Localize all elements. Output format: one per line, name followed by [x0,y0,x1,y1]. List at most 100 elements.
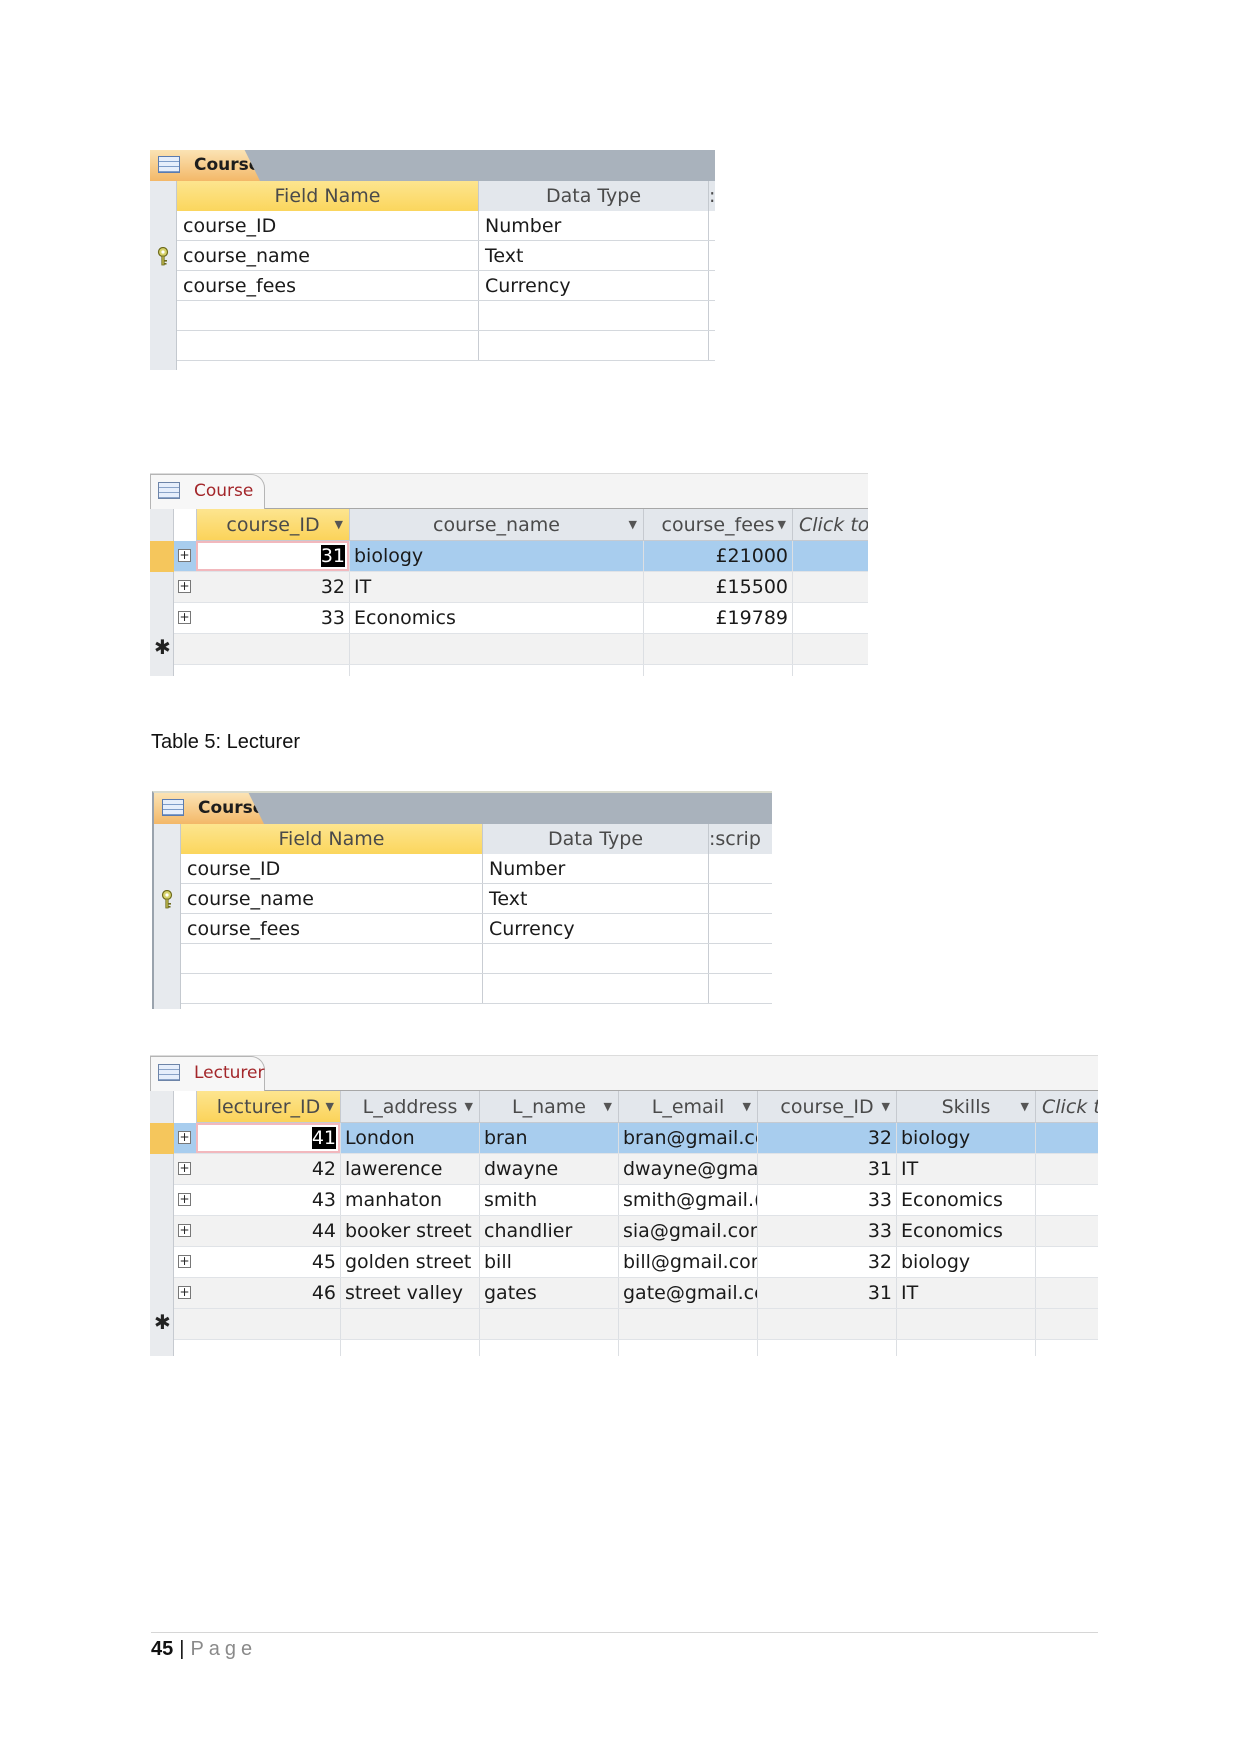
cell-add-field[interactable] [1035,1154,1098,1184]
table-row[interactable]: +42 lawerence dwayne dwayne@gma 31 IT [174,1154,1098,1185]
new-record-row[interactable] [174,1309,1098,1340]
column-header-click-to[interactable]: Click to [1035,1091,1098,1123]
table-row[interactable]: +45 golden street bill bill@gmail.cor 32 biol… [174,1247,1098,1278]
cell-l-address[interactable]: lawerence [340,1154,479,1184]
expand-plus-icon[interactable]: + [178,1131,191,1144]
column-header-course-fees[interactable]: course_fees ▼ [643,509,792,541]
column-header-click-to[interactable]: Click to [792,509,868,541]
column-header-lecturer-id[interactable]: lecturer_ID ▼ [196,1091,340,1123]
cell-l-email[interactable]: dwayne@gma [618,1154,757,1184]
cell-course-id[interactable]: 31 [196,541,349,571]
header-field-name[interactable]: Field Name [181,824,482,854]
cell-add-field[interactable] [1035,1247,1098,1277]
header-description[interactable]: : [708,181,715,211]
cell-skills[interactable]: Economics [896,1185,1035,1215]
tab-course[interactable]: Course [150,150,260,181]
cell-course-id[interactable]: 33 [757,1216,896,1246]
tab-course[interactable]: Course [150,474,265,509]
description-cell[interactable] [708,974,772,1003]
cell-skills[interactable]: IT [896,1278,1035,1308]
cell-lecturer-id[interactable]: 43 [196,1185,340,1215]
empty-cell[interactable] [792,634,868,664]
field-row[interactable]: course_name Text [181,884,772,914]
field-row[interactable]: course_fees Currency [181,914,772,944]
expand-plus-icon[interactable]: + [178,1255,191,1268]
cell-course-id[interactable]: 33 [757,1185,896,1215]
field-name-cell[interactable]: course_fees [181,914,482,943]
description-cell[interactable] [708,884,772,913]
dropdown-arrow-icon[interactable]: ▼ [778,509,786,540]
row-selector-column[interactable] [150,181,177,370]
field-name-cell[interactable] [181,974,482,1003]
table-row[interactable]: +32 IT £15500 [174,572,868,603]
empty-cell[interactable] [618,1309,757,1339]
field-name-cell[interactable] [177,301,478,330]
description-cell[interactable] [708,271,715,300]
expand-plus-icon[interactable]: + [178,611,191,624]
expand-plus-icon[interactable]: + [178,1286,191,1299]
column-header-l-email[interactable]: L_email ▼ [618,1091,757,1123]
tab-course[interactable]: Course [154,793,264,824]
cell-lecturer-id[interactable]: 42 [196,1154,340,1184]
dropdown-arrow-icon[interactable]: ▼ [335,509,343,540]
header-data-type[interactable]: Data Type [482,824,708,854]
cell-course-id[interactable]: 31 [757,1154,896,1184]
cell-skills[interactable]: IT [896,1154,1035,1184]
header-description[interactable]: :scrip [708,824,772,854]
cell-l-email[interactable]: smith@gmail.( [618,1185,757,1215]
field-row[interactable]: course_fees Currency [177,271,715,301]
empty-cell[interactable] [643,634,792,664]
description-cell[interactable] [708,301,715,330]
cell-lecturer-id[interactable]: 41 [196,1123,340,1153]
cell-lecturer-id[interactable]: 44 [196,1216,340,1246]
field-row[interactable] [177,301,715,331]
cell-add-field[interactable] [1035,1185,1098,1215]
current-record-selector[interactable] [150,1123,174,1154]
data-type-cell[interactable]: Number [478,211,708,240]
cell-course-id[interactable]: 33 [196,603,349,633]
cell-course-fees[interactable]: £21000 [643,541,792,571]
cell-l-email[interactable]: bill@gmail.cor [618,1247,757,1277]
dropdown-arrow-icon[interactable]: ▼ [882,1091,890,1122]
cell-skills[interactable]: Economics [896,1216,1035,1246]
cell-l-address[interactable]: manhaton [340,1185,479,1215]
cell-l-name[interactable]: bill [479,1247,618,1277]
cell-l-address[interactable]: golden street [340,1247,479,1277]
data-type-cell[interactable] [478,301,708,330]
cell-add-field[interactable] [1035,1123,1098,1153]
empty-cell[interactable] [479,1309,618,1339]
cell-add-field[interactable] [792,603,868,633]
dropdown-arrow-icon[interactable]: ▼ [629,509,637,540]
dropdown-arrow-icon[interactable]: ▼ [326,1091,334,1122]
field-name-cell[interactable]: course_ID [181,854,482,883]
cell-lecturer-id[interactable]: 45 [196,1247,340,1277]
column-header-skills[interactable]: Skills ▼ [896,1091,1035,1123]
cell-course-id[interactable]: 31 [757,1278,896,1308]
expand-plus-icon[interactable]: + [178,1224,191,1237]
header-field-name[interactable]: Field Name [177,181,478,211]
empty-cell[interactable] [757,1309,896,1339]
description-cell[interactable] [708,331,715,360]
cell-add-field[interactable] [792,541,868,571]
table-row[interactable]: +31 biology £21000 [174,541,868,572]
cell-lecturer-id[interactable]: 46 [196,1278,340,1308]
description-cell[interactable] [708,914,772,943]
field-name-cell[interactable] [181,944,482,973]
table-row[interactable]: +46 street valley gates gate@gmail.cc 31 IT [174,1278,1098,1309]
cell-l-name[interactable]: smith [479,1185,618,1215]
description-cell[interactable] [708,944,772,973]
cell-skills[interactable]: biology [896,1123,1035,1153]
description-cell[interactable] [708,854,772,883]
data-type-cell[interactable] [478,331,708,360]
field-row[interactable] [181,944,772,974]
cell-l-address[interactable]: booker street [340,1216,479,1246]
column-header-course-id[interactable]: course_ID ▼ [196,509,349,541]
row-selector-column[interactable] [154,824,181,1009]
table-row[interactable]: +43 manhaton smith smith@gmail.(33 Economics [174,1185,1098,1216]
dropdown-arrow-icon[interactable]: ▼ [1021,1091,1029,1122]
header-data-type[interactable]: Data Type [478,181,708,211]
field-row[interactable]: course_ID Number [181,854,772,884]
current-record-selector[interactable] [150,541,174,572]
cell-l-email[interactable]: sia@gmail.con [618,1216,757,1246]
field-name-cell[interactable]: course_name [177,241,478,270]
